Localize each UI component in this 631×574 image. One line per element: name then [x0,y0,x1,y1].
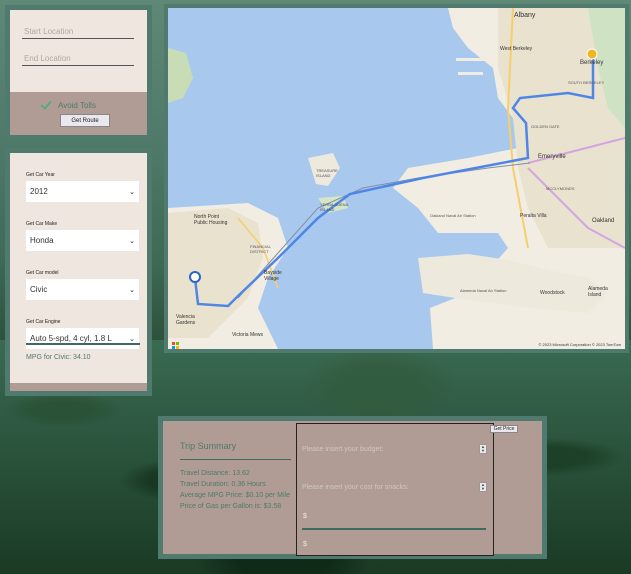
map-label: Victoria Mews [232,332,264,338]
map-label: Valencia Gardens [176,314,196,326]
car-year-value: 2012 [30,187,48,196]
map-label: Albany [514,12,536,19]
budget-input[interactable]: Please insert your budget: ▲ ▼ [302,442,487,456]
car-year-select[interactable]: 2012 ⌄ [26,181,139,202]
trip-summary-title: Trip Summary [180,441,237,451]
divider [302,528,486,530]
map-label: Alameda Island [588,286,608,298]
map-label: Berkeley [580,60,604,66]
chevron-down-icon: ⌄ [129,335,135,343]
microsoft-logo-icon [172,346,175,349]
route-options: Avoid Tolls Get Route [10,92,147,135]
pier [458,72,483,75]
trip-panel: Trip Summary Travel Distance: 13.62 Trav… [158,416,547,559]
get-price-button[interactable]: Get Price [490,425,518,433]
car-make-value: Honda [30,236,54,245]
car-model-select[interactable]: Civic ⌄ [26,279,139,300]
map-credit: © 2023 Microsoft Corporation © 2023 TomT… [538,342,621,347]
map-label: Bayside Village [264,270,282,282]
snacks-placeholder: Please insert your cost for snacks: [302,483,409,491]
route-panel: Avoid Tolls Get Route [5,5,152,140]
car-engine-select[interactable]: Auto 5-spd, 4 cyl, 1.8 L ⌄ [26,328,139,349]
microsoft-logo-icon [172,342,175,345]
avoid-tolls-label: Avoid Tolls [58,100,96,110]
trip-summary: Trip Summary Travel Distance: 13.62 Trav… [180,421,293,512]
map-label: MCCLYMONDS [546,186,575,191]
car-year-label: Get Car Year [26,172,55,178]
average-mpg-price: Average MPG Price: $0.10 per Mile [180,492,290,499]
dollar-value: $ [303,541,307,548]
microsoft-logo-icon [176,342,179,345]
budget-box: Please insert your budget: ▲ ▼ Please ins… [296,423,494,556]
avoid-tolls-checkbox[interactable]: Avoid Tolls [40,100,96,110]
chevron-down-icon: ⌄ [129,237,135,245]
map-label: YERBA BUENA ISLAND [320,202,349,212]
end-pin-icon[interactable] [586,48,598,60]
map-label: Peralta Villa [520,213,547,219]
divider [180,459,291,460]
snacks-input[interactable]: Please insert your cost for snacks: ▲ ▼ [302,480,487,494]
trip-inner: Trip Summary Travel Distance: 13.62 Trav… [163,421,542,556]
divider [26,343,140,345]
microsoft-logo-icon [176,346,179,349]
car-panel: Get Car Year 2012 ⌄ Get Car Make Honda ⌄… [5,148,152,396]
map-panel: Albany West Berkeley Berkeley SOUTH BERK… [164,4,629,353]
marin-land [168,48,193,103]
chevron-down-icon: ⌄ [129,286,135,294]
map-label: Emeryville [538,154,566,160]
mpg-result: MPG for Civic: 34.10 [26,354,91,361]
map-label: FINANCIAL DISTRICT [250,244,271,254]
car-engine-label: Get Car Engine [26,319,61,325]
route-inputs [10,10,147,92]
map-canvas [168,8,625,349]
budget-placeholder: Please insert your budget: [302,445,384,453]
car-model-label: Get Car model [26,270,59,276]
map-label: GOLDEN GATE [531,124,560,129]
pier [456,58,484,61]
spinner-icon[interactable]: ▲ ▼ [479,482,487,492]
chevron-down-icon: ⌄ [129,188,135,196]
checkmark-icon [40,100,50,110]
travel-duration: Travel Duration: 0.36 Hours [180,481,266,488]
car-make-label: Get Car Make [26,221,58,227]
start-pin-icon[interactable] [189,271,201,283]
travel-distance: Travel Distance: 13.62 [180,470,250,477]
spinner-icon[interactable]: ▲ ▼ [479,444,487,454]
car-panel-footer [10,383,147,391]
map-label: West Berkeley [500,46,533,52]
map-label: SOUTH BERKELEY [568,80,605,85]
gas-price: Price of Gas per Gallon is: $3.58 [180,503,282,510]
start-location-input[interactable] [22,24,134,39]
car-form: Get Car Year 2012 ⌄ Get Car Make Honda ⌄… [10,153,147,386]
map-label: TREASURE ISLAND [316,168,338,178]
car-make-select[interactable]: Honda ⌄ [26,230,139,251]
map-label: Woodstock [540,290,565,296]
dollar-value: $ [303,513,307,520]
map-label: Alameda Naval Air Station [460,288,507,293]
map-label: Oakland Naval Air Station [430,213,476,218]
end-location-input[interactable] [22,51,134,66]
map-label: North Point Public Housing [194,214,228,226]
map-label: Oakland [592,218,615,224]
map-view[interactable]: Albany West Berkeley Berkeley SOUTH BERK… [168,8,625,349]
car-engine-value: Auto 5-spd, 4 cyl, 1.8 L [30,334,112,343]
get-route-button[interactable]: Get Route [60,114,110,127]
car-model-value: Civic [30,285,48,294]
